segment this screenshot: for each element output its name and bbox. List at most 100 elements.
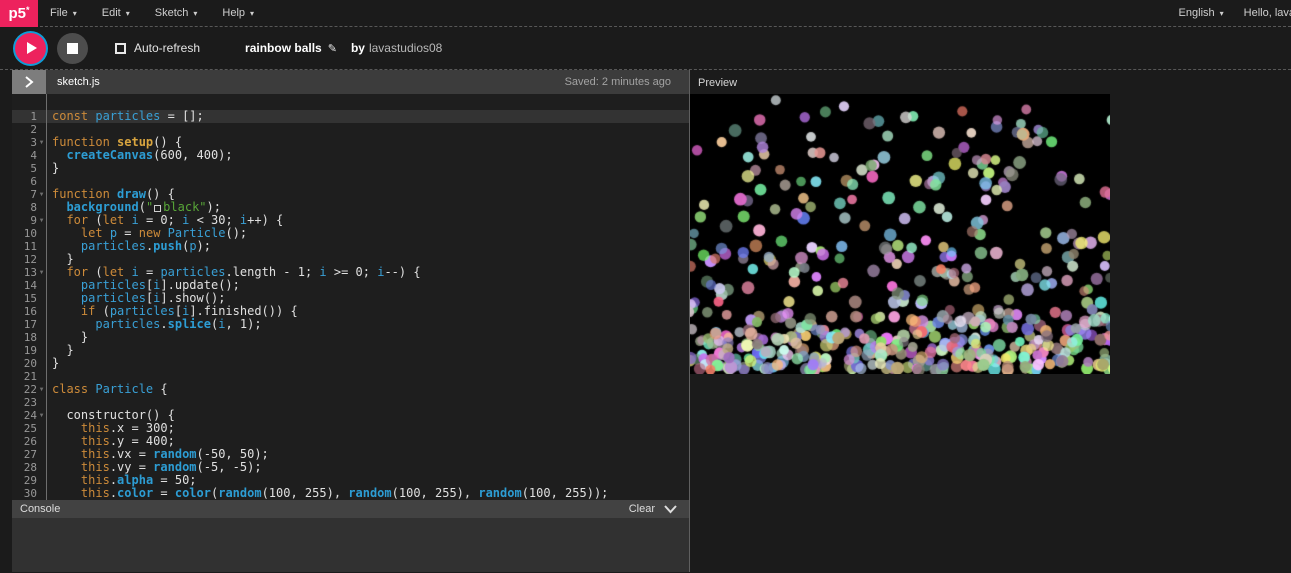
line-number: 19 <box>12 344 37 357</box>
chevron-down-icon: ▾ <box>126 9 130 18</box>
console-title: Console <box>20 503 60 515</box>
line-number: 23 <box>12 396 37 409</box>
line-number: 25 <box>12 422 37 435</box>
preview-title: Preview <box>690 70 1291 94</box>
line-number: 22 <box>12 383 37 396</box>
fold-gutter <box>37 279 46 292</box>
stop-button[interactable] <box>57 33 88 64</box>
sketch-name: rainbow balls <box>245 41 322 55</box>
sidebar-expand-button[interactable] <box>12 70 46 94</box>
chevron-right-icon <box>23 75 35 89</box>
code-line[interactable]: 19 } <box>12 344 689 357</box>
fold-arrow-icon[interactable]: ▼ <box>37 188 46 201</box>
console-collapse-icon[interactable] <box>664 505 677 514</box>
menu-sketch[interactable]: Sketch▾ <box>155 7 198 19</box>
fold-arrow-icon[interactable]: ▼ <box>37 383 46 396</box>
line-number: 27 <box>12 448 37 461</box>
console-output <box>12 518 689 572</box>
line-number: 8 <box>12 201 37 214</box>
fold-gutter <box>37 305 46 318</box>
fold-arrow-icon[interactable]: ▼ <box>37 266 46 279</box>
code-line[interactable]: 30 this.color = color(random(100, 255), … <box>12 487 689 500</box>
console-clear-button[interactable]: Clear <box>629 503 655 515</box>
code-text: const particles = []; <box>46 110 204 123</box>
console-header: Console Clear <box>12 500 689 518</box>
line-number: 14 <box>12 279 37 292</box>
chevron-down-icon: ▾ <box>1220 9 1224 18</box>
fold-gutter <box>37 487 46 500</box>
fold-gutter <box>37 461 46 474</box>
language-selector[interactable]: English▾ <box>1179 7 1224 19</box>
code-editor[interactable]: 1const particles = [];23▼function setup(… <box>12 94 689 500</box>
line-number: 4 <box>12 149 37 162</box>
preview-panel: Preview <box>689 70 1291 572</box>
fold-arrow-icon[interactable]: ▼ <box>37 214 46 227</box>
gutter-separator <box>46 94 47 500</box>
line-number: 18 <box>12 331 37 344</box>
line-number: 29 <box>12 474 37 487</box>
code-line[interactable]: 17 particles.splice(i, 1); <box>12 318 689 331</box>
line-number: 5 <box>12 162 37 175</box>
auto-refresh-label: Auto-refresh <box>134 41 200 55</box>
fold-gutter <box>37 162 46 175</box>
play-icon <box>25 42 37 54</box>
line-number: 30 <box>12 487 37 500</box>
chevron-down-icon: ▾ <box>250 9 254 18</box>
fold-gutter <box>37 201 46 214</box>
code-text: } <box>46 357 59 370</box>
line-number: 20 <box>12 357 37 370</box>
line-number: 12 <box>12 253 37 266</box>
line-number: 13 <box>12 266 37 279</box>
p5-logo-text: p5 <box>8 5 26 22</box>
fold-gutter <box>37 435 46 448</box>
by-label: by <box>351 41 365 55</box>
fold-gutter <box>37 474 46 487</box>
fold-gutter <box>37 331 46 344</box>
chevron-down-icon: ▾ <box>73 9 77 18</box>
p5-logo[interactable]: p5* <box>0 0 38 27</box>
code-line[interactable]: 18 } <box>12 331 689 344</box>
code-line[interactable]: 4 createCanvas(600, 400); <box>12 149 689 162</box>
fold-gutter <box>37 149 46 162</box>
edit-sketch-name-icon[interactable]: ✎ <box>328 42 337 55</box>
code-text: class Particle { <box>46 383 168 396</box>
sketch-toolbar: Auto-refresh rainbow balls ✎ by lavastud… <box>0 27 1291 70</box>
nav-right: English▾ Hello, lava <box>1179 7 1291 19</box>
line-number: 17 <box>12 318 37 331</box>
code-text: } <box>46 162 59 175</box>
console-actions: Clear <box>629 503 677 515</box>
line-number: 6 <box>12 175 37 188</box>
menu-edit[interactable]: Edit▾ <box>102 7 130 19</box>
saved-status: Saved: 2 minutes ago <box>565 76 671 88</box>
fold-arrow-icon[interactable]: ▼ <box>37 409 46 422</box>
chevron-down-icon: ▾ <box>193 9 197 18</box>
fold-gutter <box>37 396 46 409</box>
menu-help[interactable]: Help▾ <box>222 7 254 19</box>
code-line[interactable]: 1 const particles = []; <box>12 110 689 123</box>
top-nav: p5* File▾ Edit▾ Sketch▾ Help▾ English▾ H… <box>0 0 1291 27</box>
line-number: 10 <box>12 227 37 240</box>
play-button[interactable] <box>15 33 46 64</box>
fold-gutter <box>37 110 46 123</box>
color-swatch-icon <box>154 205 161 212</box>
code-line[interactable]: 20} <box>12 357 689 370</box>
code-line[interactable]: 11 particles.push(p); <box>12 240 689 253</box>
code-text: createCanvas(600, 400); <box>46 149 233 162</box>
author-link[interactable]: lavastudios08 <box>369 41 442 55</box>
fold-gutter <box>37 175 46 188</box>
auto-refresh-checkbox[interactable] <box>115 43 126 54</box>
code-text: } <box>46 344 74 357</box>
account-greeting[interactable]: Hello, lava <box>1244 7 1291 19</box>
fold-gutter <box>37 370 46 383</box>
line-number: 1 <box>12 110 37 123</box>
line-number: 2 <box>12 123 37 136</box>
menu-file[interactable]: File▾ <box>50 7 77 19</box>
tab-sketch-js[interactable]: sketch.js <box>57 76 100 88</box>
code-line[interactable]: 5} <box>12 162 689 175</box>
stop-icon <box>67 43 78 54</box>
line-number: 9 <box>12 214 37 227</box>
fold-arrow-icon[interactable]: ▼ <box>37 136 46 149</box>
line-number: 21 <box>12 370 37 383</box>
fold-gutter <box>37 357 46 370</box>
code-line[interactable]: 22▼class Particle { <box>12 383 689 396</box>
